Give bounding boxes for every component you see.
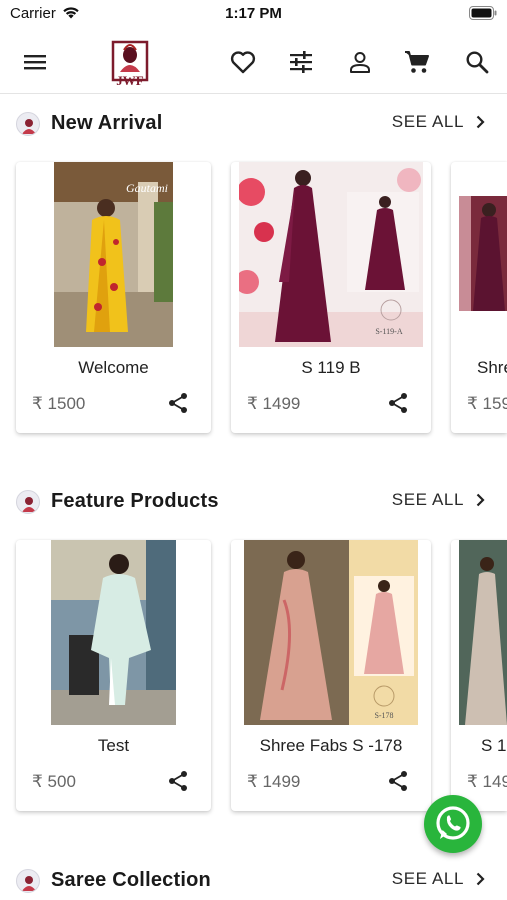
svg-text:Gautami: Gautami — [126, 181, 168, 195]
product-name: S 1 — [481, 736, 507, 755]
status-time: 1:17 PM — [225, 5, 282, 22]
product-price: ₹ 500 — [32, 772, 76, 791]
cart-button[interactable] — [401, 46, 433, 78]
product-price: ₹ 149 — [467, 772, 507, 791]
whatsapp-button[interactable] — [424, 795, 482, 853]
new-arrival-see-all-link[interactable]: SEE ALL — [392, 112, 485, 132]
product-image: S-178 — [244, 540, 418, 725]
product-image — [51, 540, 176, 725]
search-button[interactable] — [461, 46, 493, 78]
feature-products-see-all-link[interactable]: SEE ALL — [392, 490, 485, 510]
section-logo-icon — [16, 112, 40, 136]
see-all-label: SEE ALL — [391, 112, 464, 131]
product-image: S-119-A — [239, 162, 423, 347]
section-title: New Arrival — [51, 112, 163, 134]
product-card-shree-fabs-s178[interactable]: S-178 Shree Fabs S -178 ₹ 1499 — [231, 540, 431, 811]
whatsapp-icon — [436, 806, 470, 840]
saree-collection-see-all-link[interactable]: SEE ALL — [392, 869, 485, 889]
share-icon[interactable] — [167, 770, 189, 792]
svg-text:JWF: JWF — [116, 73, 144, 88]
product-name: S 119 B — [301, 358, 361, 377]
product-card-partial[interactable]: S 1 ₹ 149 — [451, 540, 507, 811]
share-icon[interactable] — [387, 392, 409, 414]
product-card-test[interactable]: Test ₹ 500 — [16, 540, 211, 811]
product-price: ₹ 159 — [467, 394, 507, 413]
share-icon[interactable] — [167, 392, 189, 414]
product-name: Test — [97, 736, 130, 755]
product-price: ₹ 1500 — [32, 394, 86, 413]
product-name: Shree Fabs S -178 — [259, 736, 403, 755]
saree-collection-header: Saree Collection SEE ALL — [0, 860, 507, 900]
product-card-s119b[interactable]: S-119-A S 119 B ₹ 1499 — [231, 162, 431, 433]
app-bar: JWF — [0, 30, 507, 94]
share-icon[interactable] — [387, 770, 409, 792]
see-all-label: SEE ALL — [391, 869, 464, 888]
product-name: Welcome — [78, 358, 149, 377]
heart-icon — [230, 51, 256, 74]
search-icon — [466, 51, 489, 74]
wishlist-button[interactable] — [227, 46, 259, 78]
product-price: ₹ 1499 — [247, 772, 301, 791]
product-card-welcome[interactable]: Gautami Welcome ₹ 1500 — [16, 162, 211, 433]
see-all-label: SEE ALL — [391, 490, 464, 509]
product-image — [459, 196, 507, 311]
user-icon — [350, 52, 370, 73]
filter-button[interactable] — [285, 46, 317, 78]
account-button[interactable] — [344, 46, 376, 78]
product-image — [459, 540, 507, 725]
product-name: Shre — [477, 358, 507, 377]
section-logo-icon — [16, 490, 40, 514]
product-price: ₹ 1499 — [247, 394, 301, 413]
product-image: Gautami — [54, 162, 173, 347]
product-card-partial[interactable]: Shre ₹ 159 — [451, 162, 507, 433]
section-logo-icon — [16, 869, 40, 893]
chevron-right-icon — [476, 115, 485, 129]
brand-logo[interactable]: JWF — [107, 38, 153, 88]
chevron-right-icon — [476, 872, 485, 886]
menu-button[interactable] — [19, 46, 51, 78]
svg-text:S-178: S-178 — [374, 711, 393, 720]
feature-products-header: Feature Products SEE ALL — [0, 481, 507, 521]
cart-icon — [405, 51, 429, 73]
new-arrival-header: New Arrival SEE ALL — [0, 103, 507, 143]
status-bar: Carrier 1:17 PM — [0, 0, 507, 30]
svg-text:S-119-A: S-119-A — [375, 327, 402, 336]
battery-icon — [469, 6, 497, 20]
section-title: Saree Collection — [51, 869, 211, 891]
section-title: Feature Products — [51, 490, 219, 512]
menu-icon — [24, 55, 46, 70]
chevron-right-icon — [476, 493, 485, 507]
filter-icon — [290, 51, 312, 73]
